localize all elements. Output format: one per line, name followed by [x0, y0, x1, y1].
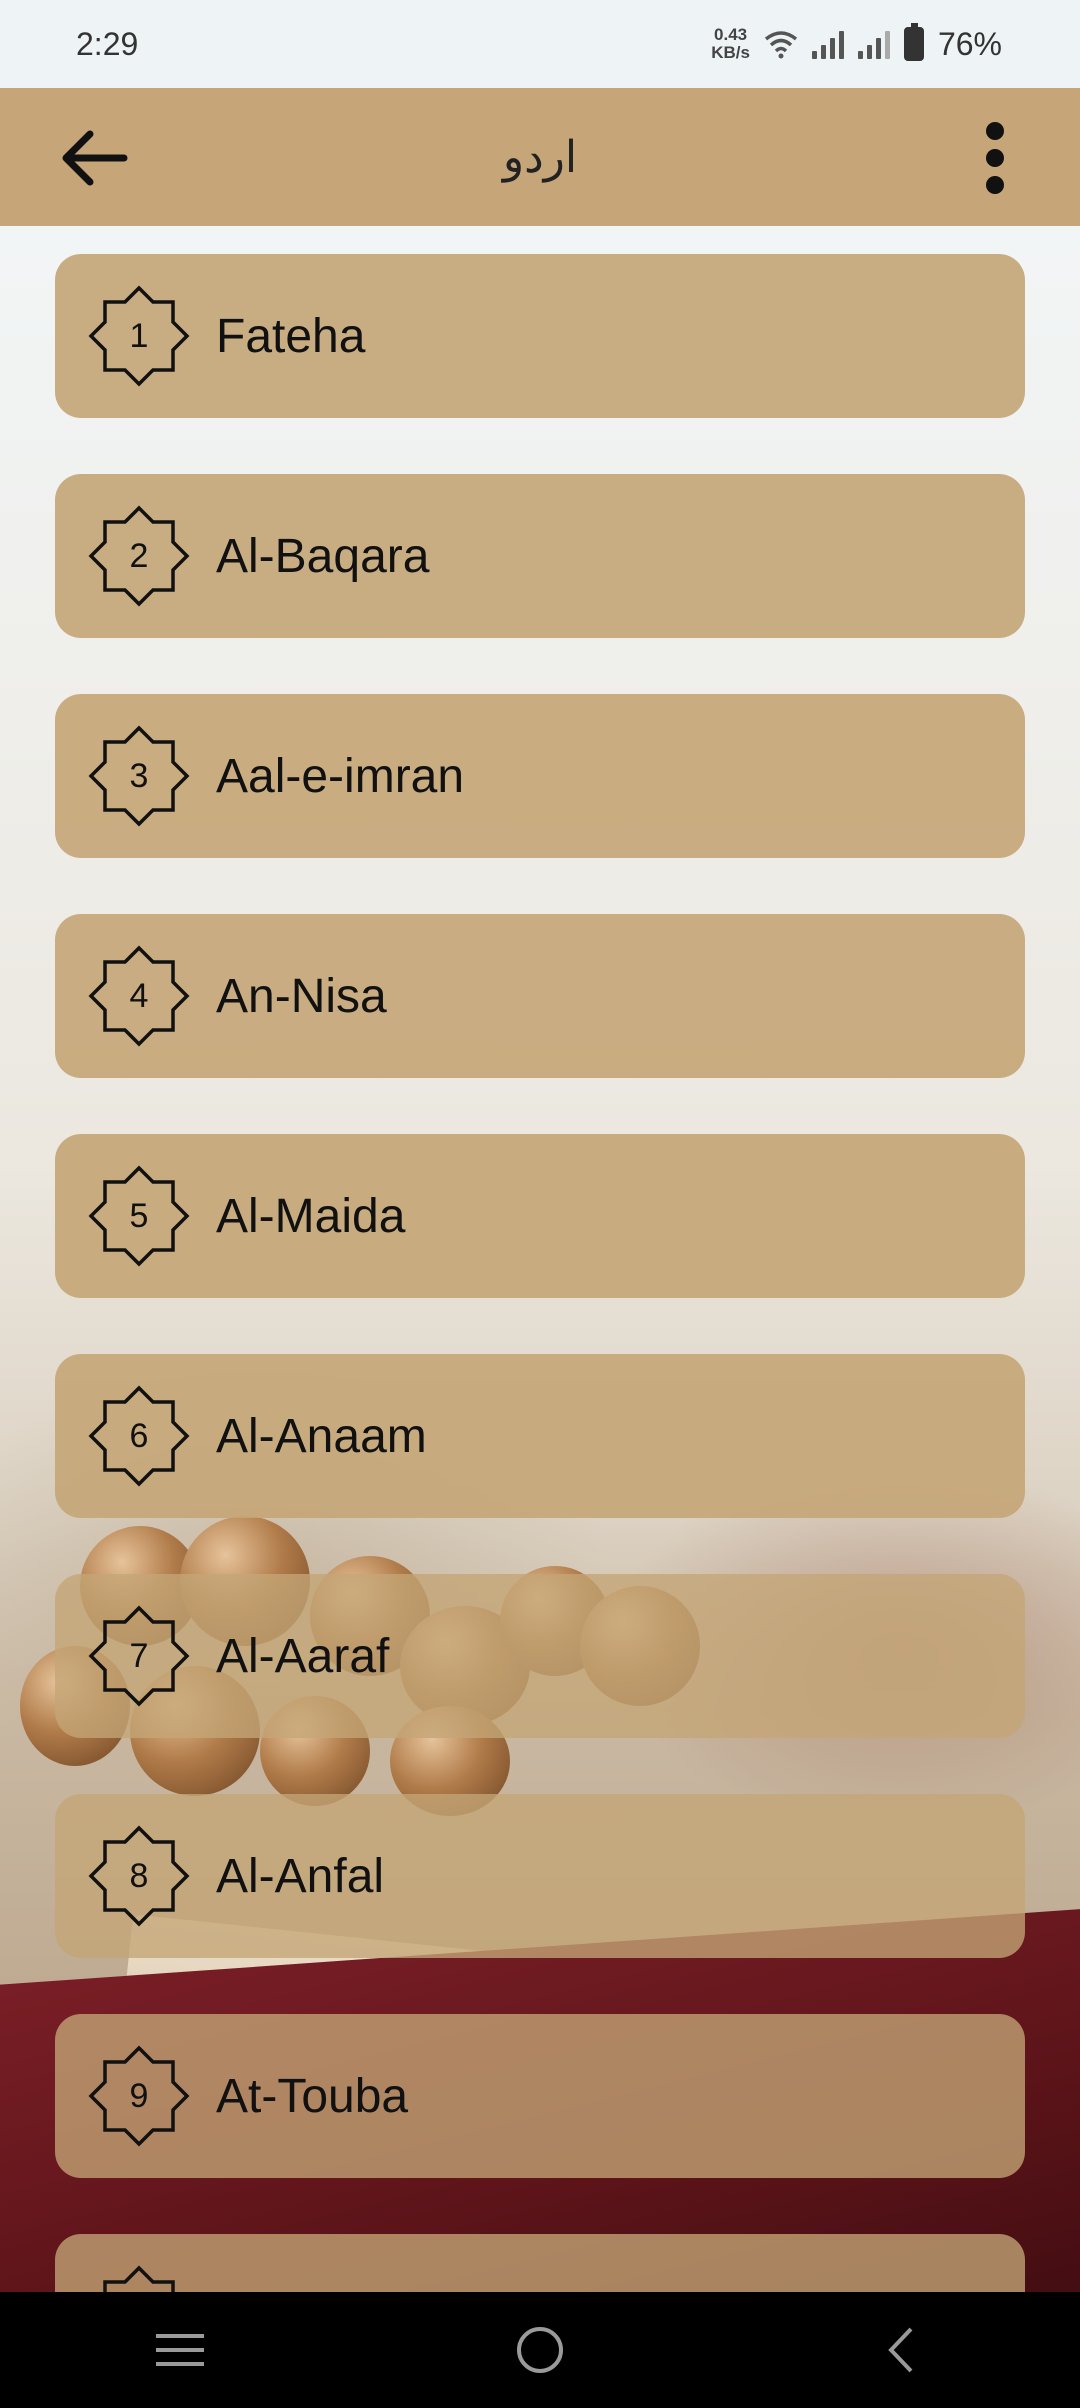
chapter-number: 1: [129, 316, 149, 355]
network-speed: 0.43 KB/s: [711, 26, 750, 62]
list-item[interactable]: 5 Al-Maida: [55, 1134, 1025, 1298]
star-badge-icon: [87, 2264, 191, 2292]
wifi-icon: [764, 31, 798, 59]
chapter-name: An-Nisa: [216, 969, 387, 1023]
home-button[interactable]: [480, 2300, 600, 2400]
chapter-name: At-Touba: [216, 2069, 409, 2123]
chapter-name: Al-Anfal: [216, 1849, 385, 1903]
list-item[interactable]: 6 Al-Anaam: [55, 1354, 1025, 1518]
chapter-name: Al-Anaam: [216, 1409, 427, 1463]
chapter-number: 7: [129, 1636, 149, 1675]
chapter-number: 8: [129, 1856, 149, 1895]
list-item[interactable]: 2 Al-Baqara: [55, 474, 1025, 638]
star-badge-icon: 2: [87, 504, 191, 608]
more-menu-button[interactable]: [960, 122, 1030, 194]
star-badge-icon: 9: [87, 2044, 191, 2148]
list-item[interactable]: 4 An-Nisa: [55, 914, 1025, 1078]
list-item[interactable]: [55, 2234, 1025, 2292]
network-speed-unit: KB/s: [711, 43, 750, 62]
chapter-number: 6: [129, 1416, 149, 1455]
system-nav-bar: [0, 2292, 1080, 2408]
chapter-number: [87, 2264, 191, 2292]
chapter-number: 5: [129, 1196, 149, 1235]
star-badge-icon: 8: [87, 1824, 191, 1928]
list-item[interactable]: 9 At-Touba: [55, 2014, 1025, 2178]
battery-level: 76%: [937, 25, 1002, 62]
chapter-name: Fateha: [216, 309, 366, 363]
status-time: 2:29: [76, 25, 139, 62]
list-item[interactable]: 1 Fateha: [55, 254, 1025, 418]
list-item[interactable]: 3 Aal-e-imran: [55, 694, 1025, 858]
chapter-name: Al-Maida: [216, 1189, 406, 1243]
list-item[interactable]: 7 Al-Aaraf: [55, 1574, 1025, 1738]
status-icons: 0.43 KB/s 76%: [711, 23, 1002, 63]
star-badge-icon: 5: [87, 1164, 191, 1268]
app-bar: اردو: [0, 88, 1080, 226]
chapter-number: 4: [129, 976, 149, 1015]
chapter-name: Aal-e-imran: [216, 749, 465, 803]
arrow-left-icon: [62, 130, 128, 186]
back-chevron-icon: [888, 2327, 913, 2373]
star-badge-icon: 4: [87, 944, 191, 1048]
status-bar: 2:29 0.43 KB/s 76%: [0, 0, 1080, 88]
star-badge-icon: 3: [87, 724, 191, 828]
signal-icon: [811, 29, 844, 59]
list-item[interactable]: 8 Al-Anfal: [55, 1794, 1025, 1958]
network-speed-value: 0.43: [714, 25, 748, 44]
chapter-list[interactable]: 1 Fateha 2 Al-Baqara 3 Aal-e-imran 4 An-…: [55, 254, 1025, 2292]
chapter-number: 9: [129, 2076, 149, 2115]
star-badge-icon: 1: [87, 284, 191, 388]
star-badge-icon: 7: [87, 1604, 191, 1708]
chapter-name: Al-Aaraf: [216, 1629, 390, 1683]
chapter-number: 2: [129, 536, 149, 575]
home-circle-icon: [517, 2327, 563, 2373]
battery-icon: [903, 23, 924, 61]
recents-button[interactable]: [120, 2300, 240, 2400]
star-badge-icon: 6: [87, 1384, 191, 1488]
back-button[interactable]: [60, 128, 130, 188]
signal-icon-2: [857, 29, 890, 59]
nav-back-button[interactable]: [840, 2300, 960, 2400]
chapter-number: 3: [129, 756, 149, 795]
page-title: اردو: [502, 132, 578, 182]
more-vertical-icon: [986, 122, 1004, 140]
recents-icon: [156, 2334, 204, 2366]
chapter-name: Al-Baqara: [216, 529, 430, 583]
